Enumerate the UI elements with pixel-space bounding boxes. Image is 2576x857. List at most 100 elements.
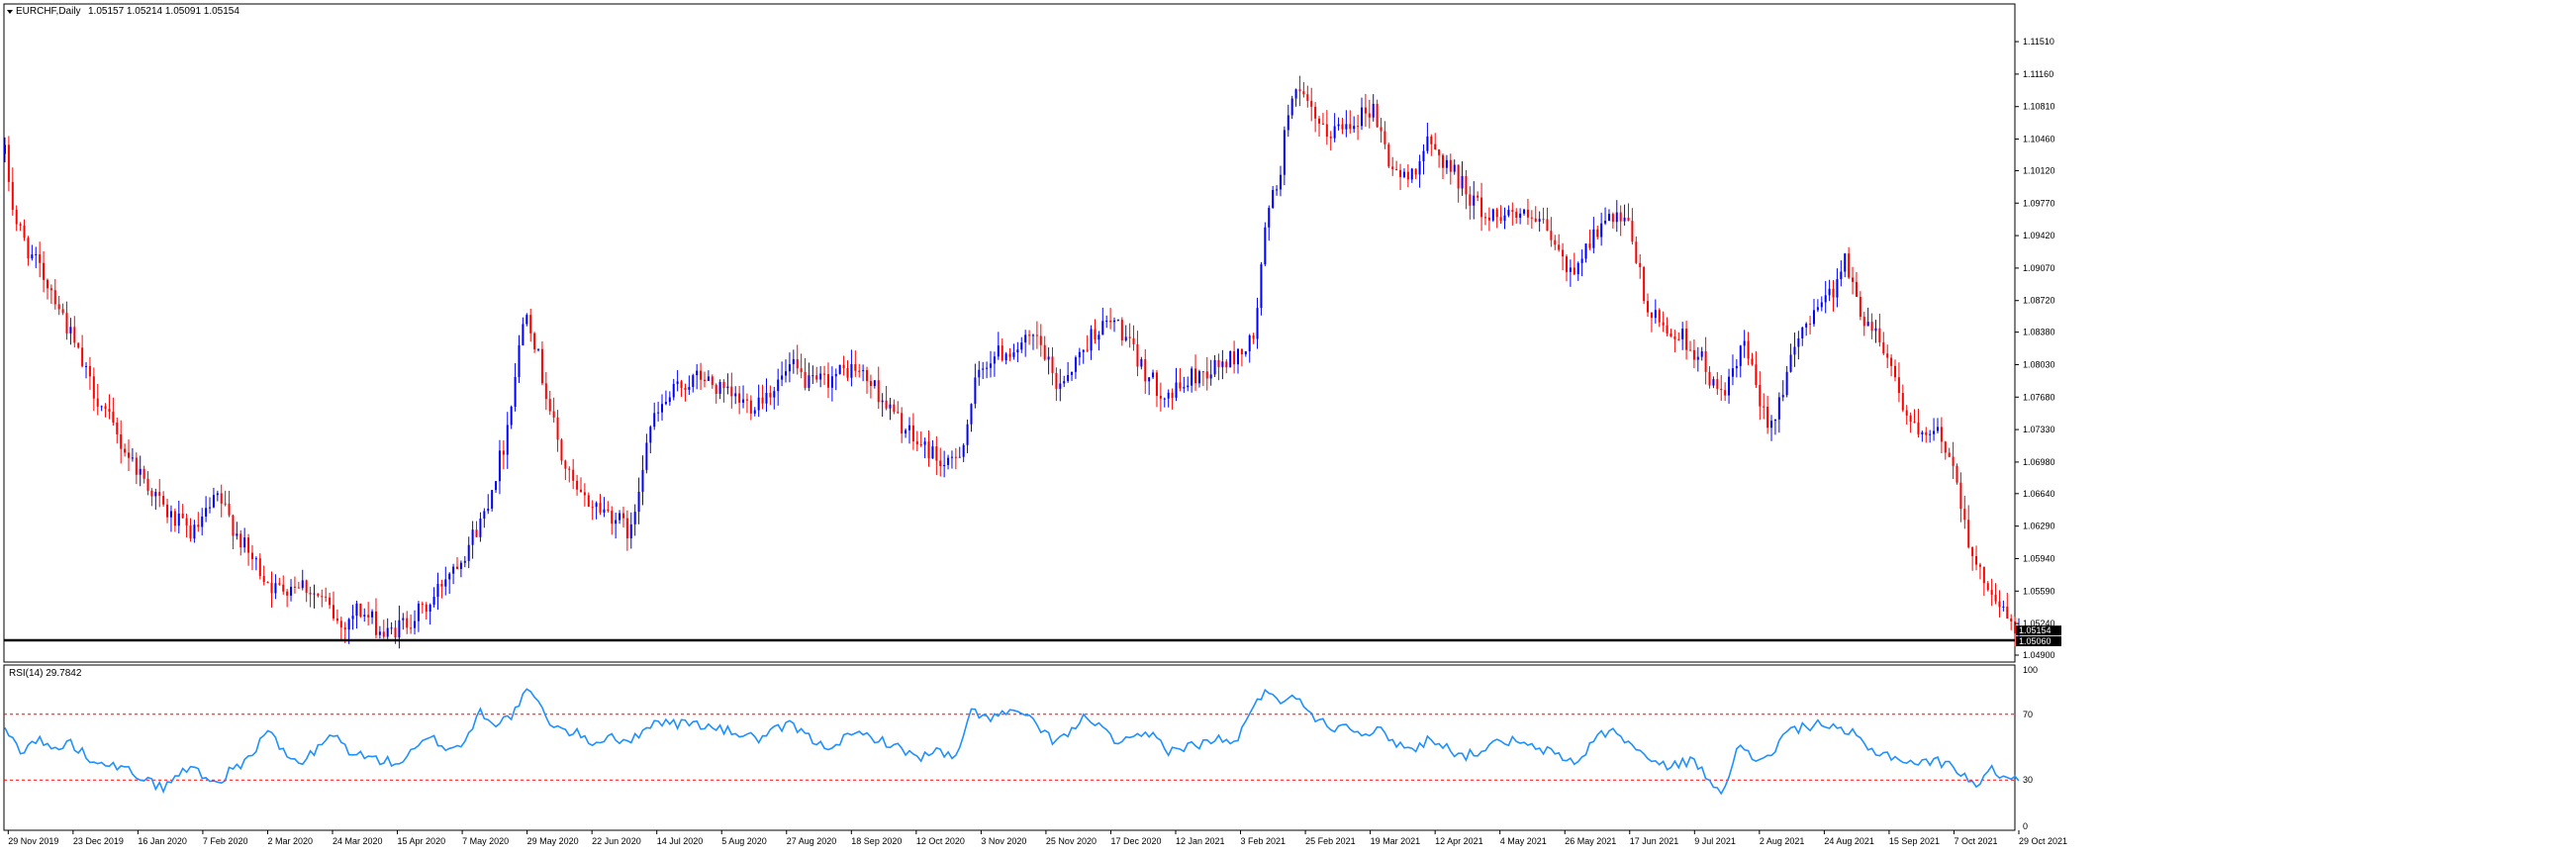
candle-body (1329, 137, 1332, 139)
candle-body (274, 583, 277, 594)
candle-body (1801, 327, 1804, 338)
candle-body (1487, 217, 1490, 221)
candle-body (1681, 329, 1684, 339)
candle-body (339, 620, 342, 628)
candle-body (1530, 217, 1533, 219)
candle-body (359, 603, 362, 617)
candle-body (676, 381, 679, 385)
candle-body (1897, 377, 1900, 394)
trading-chart-window[interactable]: EURCHF,Daily 1.05157 1.05214 1.05091 1.0… (0, 0, 2576, 854)
time-tick-label: 12 Oct 2020 (916, 836, 965, 846)
candle-body (1426, 136, 1429, 151)
candle-body (1789, 354, 1792, 372)
candle-body (205, 508, 208, 517)
candle-body (1144, 358, 1147, 382)
candle-body (1116, 320, 1119, 322)
candle-body (556, 417, 559, 440)
candle-body (1236, 348, 1239, 365)
candle-body (1562, 249, 1565, 257)
candle-body (1728, 376, 1731, 396)
candle-body (1395, 168, 1398, 170)
candle-body (1805, 324, 1808, 328)
candle-body (1406, 171, 1409, 180)
candle-body (112, 412, 115, 424)
candle-body (448, 573, 451, 580)
candle-body (436, 584, 439, 598)
candle-body (1194, 368, 1197, 384)
candle-body (1438, 149, 1441, 155)
candle-body (1503, 215, 1506, 222)
candle-body (800, 368, 803, 372)
current-price-label: 1.05154 (2019, 625, 2051, 635)
candle-body (313, 593, 316, 595)
candle-body (1298, 89, 1301, 92)
candle-body (1039, 335, 1042, 345)
candle-body (1341, 124, 1344, 130)
candle-body (1321, 123, 1324, 125)
candle-body (1739, 345, 1742, 366)
candle-body (745, 399, 748, 401)
chart-canvas[interactable]: EURCHF,Daily 1.05157 1.05214 1.05091 1.0… (0, 0, 2576, 854)
candle-body (1986, 583, 1989, 591)
price-tick-label: 1.07330 (2023, 425, 2055, 434)
candle-body (1290, 98, 1293, 116)
candle-body (305, 580, 308, 593)
candle-body (707, 376, 710, 381)
time-tick-label: 3 Nov 2020 (981, 836, 1026, 846)
candle-body (1155, 372, 1158, 397)
candle-body (997, 345, 1000, 357)
candle-body (65, 313, 68, 333)
candle-body (1952, 456, 1955, 466)
candle-body (487, 508, 490, 512)
candle-body (15, 210, 18, 225)
candle-body (761, 397, 764, 404)
candle-body (35, 253, 38, 255)
candle-body (1445, 159, 1448, 168)
candle-body (232, 515, 235, 536)
candle-body (1576, 262, 1579, 275)
candle-body (1368, 113, 1371, 118)
time-tick-label: 22 Jun 2020 (592, 836, 641, 846)
candle-body (4, 144, 6, 154)
candle-body (834, 373, 837, 377)
candle-body (792, 358, 795, 365)
candle-body (459, 562, 462, 569)
candle-body (1101, 321, 1104, 335)
candle-body (169, 511, 172, 518)
candle-body (49, 288, 52, 291)
candle-body (216, 493, 219, 496)
candle-body (1647, 301, 1650, 313)
candle-body (1820, 302, 1823, 308)
time-tick-label: 7 Feb 2020 (203, 836, 248, 846)
price-tick-label: 1.10120 (2023, 165, 2055, 175)
candle-body (1229, 350, 1232, 368)
candle-body (734, 393, 737, 397)
candle-body (525, 315, 528, 325)
price-tick-label: 1.04900 (2023, 650, 2055, 660)
candle-body (1894, 365, 1897, 378)
candle-body (189, 524, 192, 539)
candle-body (46, 279, 48, 289)
candle-body (1410, 168, 1413, 180)
candle-body (506, 425, 509, 455)
candle-body (1020, 342, 1023, 350)
candle-body (607, 509, 610, 512)
price-tick-label: 1.10810 (2023, 102, 2055, 112)
candle-body (982, 368, 985, 370)
candle-body (417, 603, 420, 621)
candle-body (1994, 594, 1997, 602)
candle-body (1233, 350, 1236, 365)
candle-body (43, 262, 46, 280)
candle-body (1546, 219, 1549, 232)
rsi-axis-label: 30 (2023, 775, 2033, 785)
candle-body (1766, 406, 1769, 428)
candle-body (1519, 213, 1522, 219)
price-tick-label: 1.05940 (2023, 553, 2055, 563)
candle-body (1148, 377, 1151, 382)
candle-body (11, 181, 14, 211)
candle-body (293, 586, 296, 588)
candle-body (243, 537, 246, 548)
candle-body (619, 513, 621, 521)
candle-body (1430, 136, 1433, 144)
candle-body (1252, 334, 1255, 339)
